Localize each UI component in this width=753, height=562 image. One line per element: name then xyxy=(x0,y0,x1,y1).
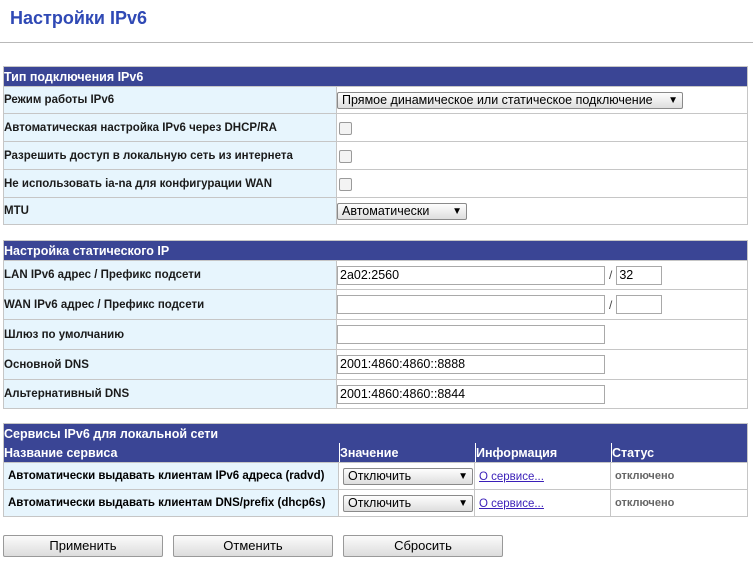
ipv6-mode-value: Прямое динамическое или статическое подк… xyxy=(342,93,653,107)
ipv6-mode-select[interactable]: Прямое динамическое или статическое подк… xyxy=(337,91,683,109)
column-header-name: Название сервиса xyxy=(4,443,339,462)
radvd-info-link[interactable]: О сервисе... xyxy=(479,471,544,483)
primary-dns-label: Основной DNS xyxy=(4,349,337,379)
cancel-button[interactable]: Отменить xyxy=(173,535,333,557)
secondary-dns-input[interactable]: 2001:4860:4860::8844 xyxy=(337,384,605,404)
chevron-down-icon: ▼ xyxy=(452,205,462,217)
column-header-info: Информация xyxy=(475,443,611,462)
mtu-select[interactable]: Автоматически ▼ xyxy=(337,202,467,220)
no-iana-label: Не использовать ia-na для конфигурации W… xyxy=(4,169,337,197)
gateway-input[interactable] xyxy=(337,325,605,344)
dhcp6s-value: Отключить xyxy=(348,496,412,510)
allow-access-label: Разрешить доступ в локальную сеть из инт… xyxy=(4,141,337,169)
connection-type-header: Тип подключения IPv6 xyxy=(4,67,747,86)
lan-prefix-input[interactable]: 32 xyxy=(616,265,663,285)
connection-type-section: Тип подключения IPv6 Режим работы IPv6 П… xyxy=(3,66,748,225)
static-ip-section: Настройка статического IP LAN IPv6 адрес… xyxy=(3,240,748,409)
chevron-down-icon: ▼ xyxy=(458,497,468,509)
wan-address-label: WAN IPv6 адрес / Префикс подсети xyxy=(4,289,337,319)
primary-dns-input[interactable]: 2001:4860:4860::8888 xyxy=(337,355,605,374)
mtu-label: MTU xyxy=(4,197,337,224)
no-iana-checkbox[interactable] xyxy=(339,177,352,191)
allow-access-checkbox[interactable] xyxy=(339,149,352,163)
lan-address-label: LAN IPv6 адрес / Префикс подсети xyxy=(4,260,337,289)
title-divider xyxy=(0,42,753,43)
dhcp6s-info-link[interactable]: О сервисе... xyxy=(479,498,544,510)
prefix-separator: / xyxy=(609,268,613,282)
gateway-label: Шлюз по умолчанию xyxy=(4,319,337,349)
radvd-status: отключено xyxy=(611,462,747,489)
services-section: Сервисы IPv6 для локальной сети Название… xyxy=(3,423,748,517)
table-row: Автоматически выдавать клиентам DNS/pref… xyxy=(4,489,747,516)
secondary-dns-label: Альтернативный DNS xyxy=(4,379,337,408)
dhcp6s-value-select[interactable]: Отключить ▼ xyxy=(343,494,473,512)
apply-button[interactable]: Применить xyxy=(3,535,163,557)
column-header-value: Значение xyxy=(339,443,475,462)
static-ip-header: Настройка статического IP xyxy=(4,241,747,260)
auto-dhcp-checkbox[interactable] xyxy=(339,121,352,135)
prefix-separator: / xyxy=(609,297,613,312)
radvd-value: Отключить xyxy=(348,469,412,483)
column-header-status: Статус xyxy=(611,443,747,462)
radvd-value-select[interactable]: Отключить ▼ xyxy=(343,467,473,485)
chevron-down-icon: ▼ xyxy=(458,470,468,482)
table-row: Автоматически выдавать клиентам IPv6 адр… xyxy=(4,462,747,489)
service-name-dhcp6s: Автоматически выдавать клиентам DNS/pref… xyxy=(4,489,339,516)
services-header: Сервисы IPv6 для локальной сети xyxy=(4,424,747,443)
ipv6-mode-label: Режим работы IPv6 xyxy=(4,86,337,113)
wan-address-input[interactable] xyxy=(337,295,605,314)
wan-prefix-input[interactable] xyxy=(616,295,663,314)
auto-dhcp-label: Автоматическая настройка IPv6 через DHCP… xyxy=(4,113,337,141)
service-name-radvd: Автоматически выдавать клиентам IPv6 адр… xyxy=(4,462,339,489)
page-title: Настройки IPv6 xyxy=(10,8,147,28)
dhcp6s-status: отключено xyxy=(611,489,747,516)
lan-address-input[interactable]: 2a02:2560 xyxy=(337,265,605,285)
mtu-value: Автоматически xyxy=(342,204,430,218)
reset-button[interactable]: Сбросить xyxy=(343,535,503,557)
chevron-down-icon: ▼ xyxy=(668,94,678,106)
